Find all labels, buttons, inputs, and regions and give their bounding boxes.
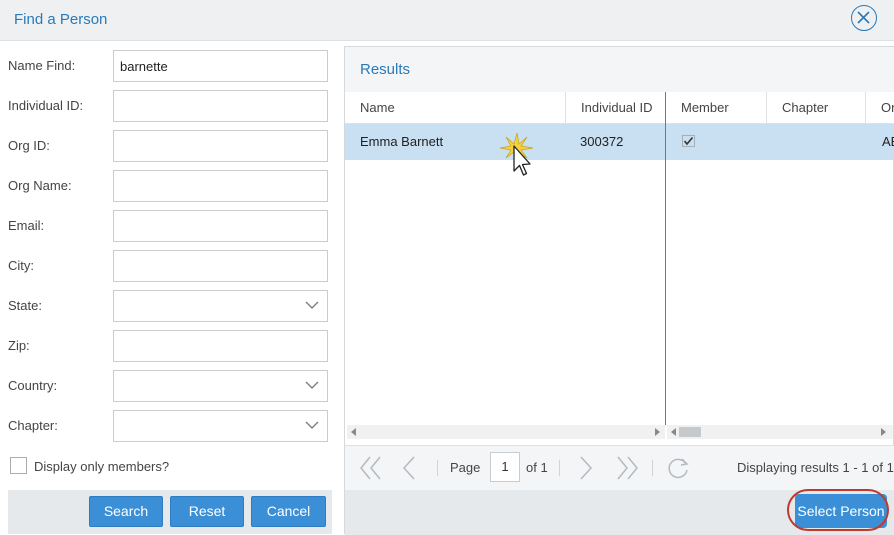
email-row: Email: [8, 210, 328, 242]
zip-input[interactable] [113, 330, 328, 362]
chapter-select[interactable] [113, 410, 328, 442]
reset-button[interactable]: Reset [170, 496, 244, 527]
mouse-cursor-icon [499, 132, 534, 176]
state-row: State: [8, 290, 328, 322]
scrollbar-thumb[interactable] [679, 427, 701, 437]
results-summary: Displaying results 1 - 1 of 1 [737, 460, 894, 475]
cell-org: AE [882, 134, 894, 149]
zip-label: Zip: [8, 338, 30, 353]
scroll-left-icon[interactable] [351, 428, 357, 436]
column-header-individual-id[interactable]: Individual ID [566, 92, 666, 123]
cell-individual-id: 300372 [580, 134, 624, 149]
chapter-label: Chapter: [8, 418, 58, 433]
name-find-row: Name Find: barnette [8, 50, 328, 82]
members-only-label: Display only members? [34, 459, 170, 474]
page-count-label: of 1 [526, 460, 548, 475]
table-row[interactable]: Emma Barnett 300372 AE [345, 124, 894, 160]
column-header-label: Or [881, 100, 894, 115]
horizontal-scrollbar-right[interactable] [667, 425, 893, 439]
individual-id-label: Individual ID: [8, 98, 84, 113]
column-header-member[interactable]: Member [666, 92, 767, 123]
dialog-title: Find a Person [14, 11, 108, 28]
chevron-down-icon [305, 381, 319, 389]
pager-separator [652, 460, 653, 476]
highlight-ring [787, 489, 889, 531]
chapter-row: Chapter: [8, 410, 328, 442]
column-header-name[interactable]: Name [345, 92, 566, 123]
chevron-down-icon [305, 301, 319, 309]
horizontal-scrollbar-left[interactable] [347, 425, 665, 439]
column-header-label: Individual ID [581, 100, 653, 115]
pagination-bar: Page 1 of 1 Displaying results 1 - 1 of … [345, 445, 894, 490]
chevron-down-icon [305, 421, 319, 429]
refresh-icon[interactable] [665, 455, 691, 481]
name-find-input[interactable]: barnette [113, 50, 328, 82]
org-id-input[interactable] [113, 130, 328, 162]
org-id-label: Org ID: [8, 138, 50, 153]
scroll-right-icon[interactable] [655, 428, 661, 436]
cell-name: Emma Barnett [360, 134, 444, 149]
column-header-org[interactable]: Or [866, 92, 894, 123]
city-label: City: [8, 258, 34, 273]
cancel-button[interactable]: Cancel [251, 496, 326, 527]
org-id-row: Org ID: [8, 130, 328, 162]
members-only-checkbox[interactable] [10, 457, 27, 474]
zip-row: Zip: [8, 330, 328, 362]
search-button[interactable]: Search [89, 496, 163, 527]
pager-separator [559, 460, 560, 476]
column-header-chapter[interactable]: Chapter [767, 92, 866, 123]
org-name-label: Org Name: [8, 178, 72, 193]
org-name-row: Org Name: [8, 170, 328, 202]
grid-header: Name Individual ID Member Chapter Or [345, 92, 894, 124]
country-row: Country: [8, 370, 328, 402]
individual-id-row: Individual ID: [8, 90, 328, 122]
next-page-icon[interactable] [579, 455, 593, 481]
results-panel: Results Name Individual ID Member Chapte… [344, 46, 894, 535]
column-header-label: Member [681, 100, 729, 115]
first-page-icon[interactable] [359, 455, 383, 481]
scroll-right-icon[interactable] [881, 428, 887, 436]
scroll-left-icon[interactable] [671, 428, 677, 436]
column-header-label: Chapter [782, 100, 829, 115]
email-input[interactable] [113, 210, 328, 242]
close-icon [857, 11, 870, 24]
email-label: Email: [8, 218, 45, 233]
pager-separator [437, 460, 438, 476]
name-find-label: Name Find: [8, 58, 76, 73]
previous-page-icon[interactable] [402, 455, 416, 481]
results-header: Results [345, 47, 894, 93]
last-page-icon[interactable] [615, 455, 639, 481]
page-label: Page [450, 460, 481, 475]
individual-id-input[interactable] [113, 90, 328, 122]
state-label: State: [8, 298, 42, 313]
column-header-label: Name [360, 100, 395, 115]
close-button[interactable] [851, 5, 877, 31]
page-number-input[interactable]: 1 [490, 452, 520, 482]
state-select[interactable] [113, 290, 328, 322]
locked-column-divider [665, 92, 666, 425]
form-button-bar: Search Reset Cancel [8, 490, 332, 534]
country-select[interactable] [113, 370, 328, 402]
city-row: City: [8, 250, 328, 282]
results-footer: Select Person [345, 489, 894, 535]
city-input[interactable] [113, 250, 328, 282]
checkmark-icon [682, 135, 695, 147]
org-name-input[interactable] [113, 170, 328, 202]
dialog-titlebar: Find a Person [0, 0, 894, 41]
country-label: Country: [8, 378, 58, 393]
results-title: Results [360, 61, 411, 78]
